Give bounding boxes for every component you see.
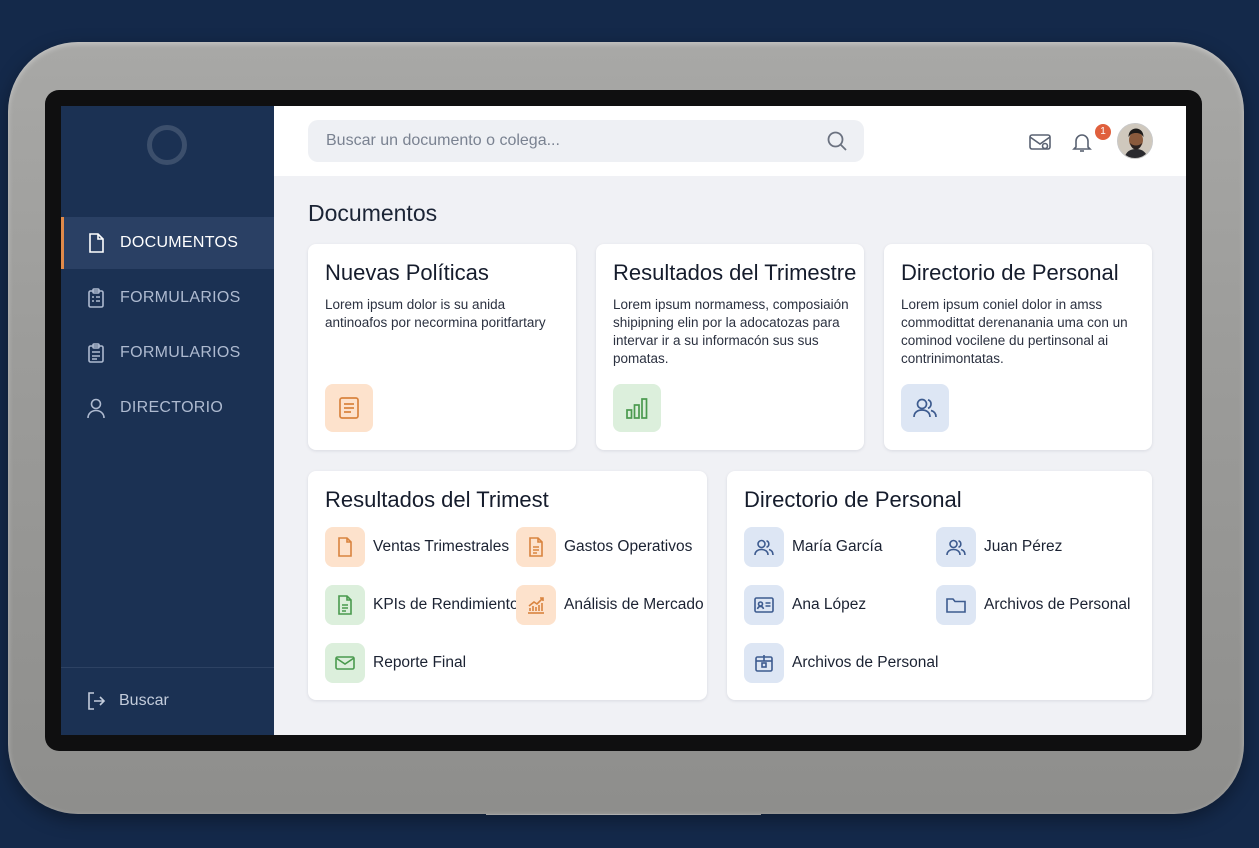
user-icon bbox=[87, 398, 105, 419]
users-icon bbox=[754, 539, 774, 556]
logo-icon bbox=[147, 125, 187, 165]
list-item-label: Archivos de Personal bbox=[792, 654, 939, 671]
list-item[interactable]: Archivos de Personal bbox=[744, 643, 938, 683]
item-icon-container bbox=[516, 585, 556, 625]
card-description: Lorem ipsum coniel dolor in amss commodi… bbox=[901, 297, 1128, 366]
item-icon-container bbox=[936, 585, 976, 625]
sidebar-search-link[interactable]: Buscar bbox=[86, 690, 169, 712]
card-title: Directorio de Personal bbox=[901, 260, 1119, 285]
search-input[interactable]: Buscar un documento o colega... bbox=[308, 120, 864, 162]
sidebar: DOCUMENTOS FORMULARIOS FORMULARIOS DIREC… bbox=[61, 106, 274, 735]
card-description: Lorem ipsum dolor is su anida antinoafos… bbox=[325, 297, 546, 330]
item-icon-container bbox=[936, 527, 976, 567]
card-icon-container bbox=[901, 384, 949, 432]
users-icon bbox=[913, 398, 937, 418]
list-item[interactable]: María García bbox=[744, 527, 882, 567]
logout-icon bbox=[88, 692, 106, 710]
card-title: Resultados del Trimestre bbox=[613, 260, 857, 285]
sidebar-item-label: DOCUMENTOS bbox=[120, 234, 239, 251]
list-item-label: Gastos Operativos bbox=[564, 538, 693, 555]
sidebar-item-documentos[interactable]: DOCUMENTOS bbox=[61, 217, 274, 269]
file-icon bbox=[338, 537, 352, 557]
item-icon-container bbox=[744, 527, 784, 567]
card-resultados-trimestre[interactable]: Resultados del Trimestre Lorem ipsum nor… bbox=[596, 244, 864, 450]
avatar[interactable] bbox=[1117, 123, 1153, 159]
list-item[interactable]: Juan Pérez bbox=[936, 527, 1062, 567]
card-icon-container bbox=[613, 384, 661, 432]
item-icon-container bbox=[516, 527, 556, 567]
app-screen: DOCUMENTOS FORMULARIOS FORMULARIOS DIREC… bbox=[61, 106, 1186, 735]
list-item-label: Análisis de Mercado bbox=[564, 596, 704, 613]
clipboard-icon bbox=[88, 288, 104, 308]
list-item[interactable]: Ventas Trimestrales bbox=[325, 527, 509, 567]
card-icon-container bbox=[325, 384, 373, 432]
panel-directorio-personal: Directorio de Personal María García Juan… bbox=[727, 471, 1152, 700]
panel-title: Resultados del Trimest bbox=[325, 487, 549, 512]
item-icon-container bbox=[325, 527, 365, 567]
list-item[interactable]: Archivos de Personal bbox=[936, 585, 1130, 625]
id-card-icon bbox=[754, 597, 774, 613]
file-text-icon bbox=[529, 537, 543, 557]
sidebar-item-label: FORMULARIOS bbox=[120, 289, 241, 306]
list-item-label: KPIs de Rendimiento bbox=[373, 596, 519, 613]
list-item-label: Ventas Trimestrales bbox=[373, 538, 510, 555]
bar-chart-icon bbox=[626, 398, 648, 419]
sidebar-divider bbox=[61, 667, 274, 668]
users-icon bbox=[946, 539, 966, 556]
item-icon-container bbox=[325, 585, 365, 625]
archive-icon bbox=[755, 655, 773, 672]
trend-chart-icon bbox=[528, 597, 544, 614]
card-title: Nuevas Políticas bbox=[325, 260, 489, 285]
list-item-label: Archivos de Personal bbox=[984, 596, 1131, 613]
list-item-label: Ana López bbox=[792, 596, 867, 613]
clipboard-icon bbox=[88, 343, 104, 363]
list-item-label: Juan Pérez bbox=[984, 538, 1063, 555]
sidebar-item-formularios-2[interactable]: FORMULARIOS bbox=[61, 327, 274, 379]
notification-badge: 1 bbox=[1095, 124, 1111, 140]
list-item[interactable]: Ana López bbox=[744, 585, 866, 625]
sidebar-item-directorio[interactable]: DIRECTORIO bbox=[61, 382, 274, 434]
mail-icon[interactable] bbox=[1028, 130, 1052, 154]
item-icon-container bbox=[325, 643, 365, 683]
list-item[interactable]: KPIs de Rendimiento bbox=[325, 585, 519, 625]
search-placeholder: Buscar un documento o colega... bbox=[326, 132, 560, 149]
item-icon-container bbox=[744, 643, 784, 683]
sidebar-item-label: DIRECTORIO bbox=[120, 399, 224, 416]
list-item-label: Reporte Final bbox=[373, 654, 467, 671]
item-icon-container bbox=[744, 585, 784, 625]
sidebar-item-label: FORMULARIOS bbox=[120, 344, 241, 361]
sidebar-item-formularios[interactable]: FORMULARIOS bbox=[61, 272, 274, 324]
avatar-image bbox=[1118, 124, 1152, 158]
file-text-icon bbox=[338, 595, 352, 615]
panel-resultados-trimest: Resultados del Trimest Ventas Trimestral… bbox=[308, 471, 707, 700]
list-item[interactable]: Gastos Operativos bbox=[516, 527, 692, 567]
page-title: Documentos bbox=[308, 200, 438, 226]
list-item[interactable]: Análisis de Mercado bbox=[516, 585, 704, 625]
card-description: Lorem ipsum normamess, composiaión shipi… bbox=[613, 297, 849, 366]
top-bar: Buscar un documento o colega... 1 bbox=[274, 106, 1186, 176]
card-directorio-personal[interactable]: Directorio de Personal Lorem ipsum conie… bbox=[884, 244, 1152, 450]
document-icon bbox=[89, 233, 104, 253]
bell-icon[interactable] bbox=[1070, 130, 1094, 154]
list-item[interactable]: Reporte Final bbox=[325, 643, 466, 683]
search-icon[interactable] bbox=[826, 130, 848, 152]
folder-icon bbox=[946, 598, 966, 613]
list-item-label: María García bbox=[792, 538, 883, 555]
document-lines-icon bbox=[339, 397, 359, 419]
panel-title: Directorio de Personal bbox=[744, 487, 962, 512]
card-nuevas-politicas[interactable]: Nuevas Políticas Lorem ipsum dolor is su… bbox=[308, 244, 576, 450]
sidebar-footer-label: Buscar bbox=[119, 692, 169, 709]
mail-icon bbox=[335, 656, 355, 670]
